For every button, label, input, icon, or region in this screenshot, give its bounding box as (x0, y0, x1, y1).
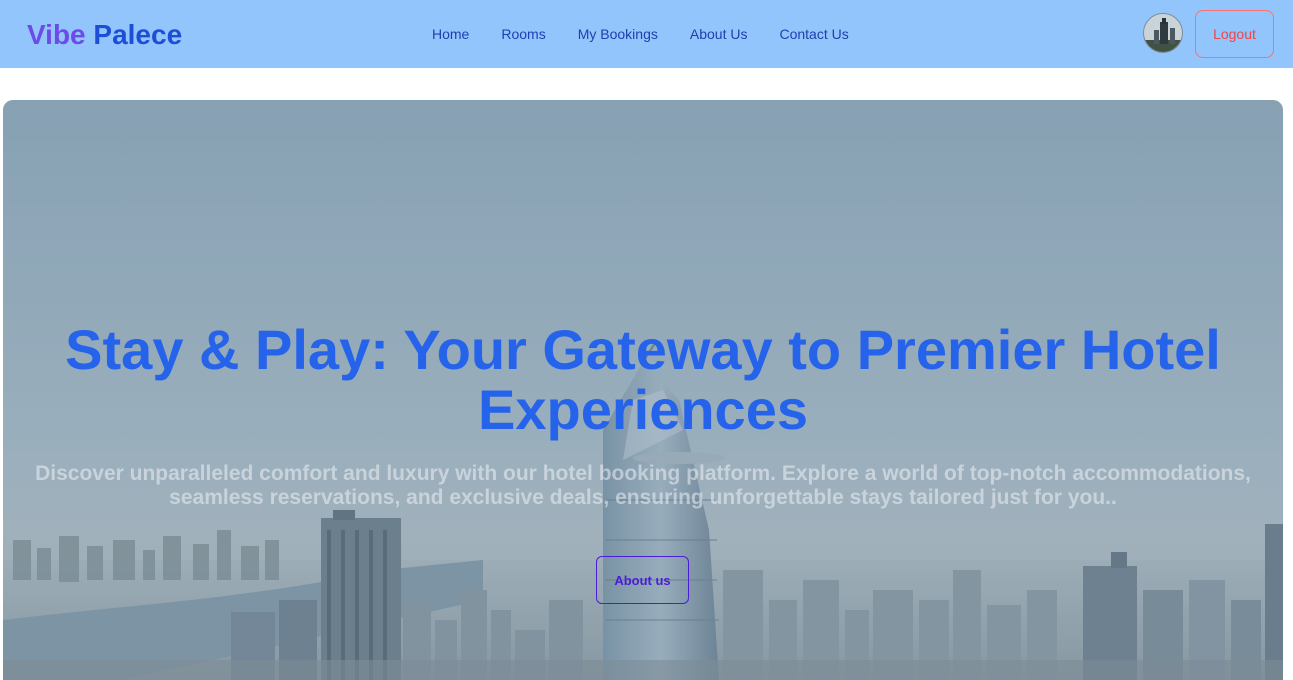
navbar: Vibe Palece Home Rooms My Bookings About… (0, 0, 1293, 68)
nav-item-contact-us: Contact Us (779, 24, 848, 44)
nav-item-my-bookings: My Bookings (578, 24, 658, 44)
hero-subtitle: Discover unparalleled comfort and luxury… (35, 462, 1251, 509)
nav-link-contact-us[interactable]: Contact Us (779, 26, 848, 42)
nav-link-home[interactable]: Home (432, 26, 469, 42)
brand-name-second: Palece (93, 19, 183, 50)
about-us-button[interactable]: About us (596, 556, 689, 604)
nav-item-about-us: About Us (690, 24, 748, 44)
user-avatar[interactable] (1143, 13, 1183, 53)
nav-link-about-us[interactable]: About Us (690, 26, 748, 42)
nav-links: Home Rooms My Bookings About Us Contact … (432, 24, 849, 44)
nav-item-rooms: Rooms (501, 24, 545, 44)
hero-title: Stay & Play: Your Gateway to Premier Hot… (65, 318, 1221, 441)
brand-name-first: Vibe (27, 19, 86, 50)
nav-item-home: Home (432, 24, 469, 44)
avatar-photo-icon (1144, 14, 1182, 52)
hero-section: Stay & Play: Your Gateway to Premier Hot… (3, 100, 1283, 680)
nav-link-rooms[interactable]: Rooms (501, 26, 545, 42)
nav-link-my-bookings[interactable]: My Bookings (578, 26, 658, 42)
logout-button[interactable]: Logout (1195, 10, 1274, 58)
brand-logo[interactable]: Vibe Palece (27, 17, 182, 53)
